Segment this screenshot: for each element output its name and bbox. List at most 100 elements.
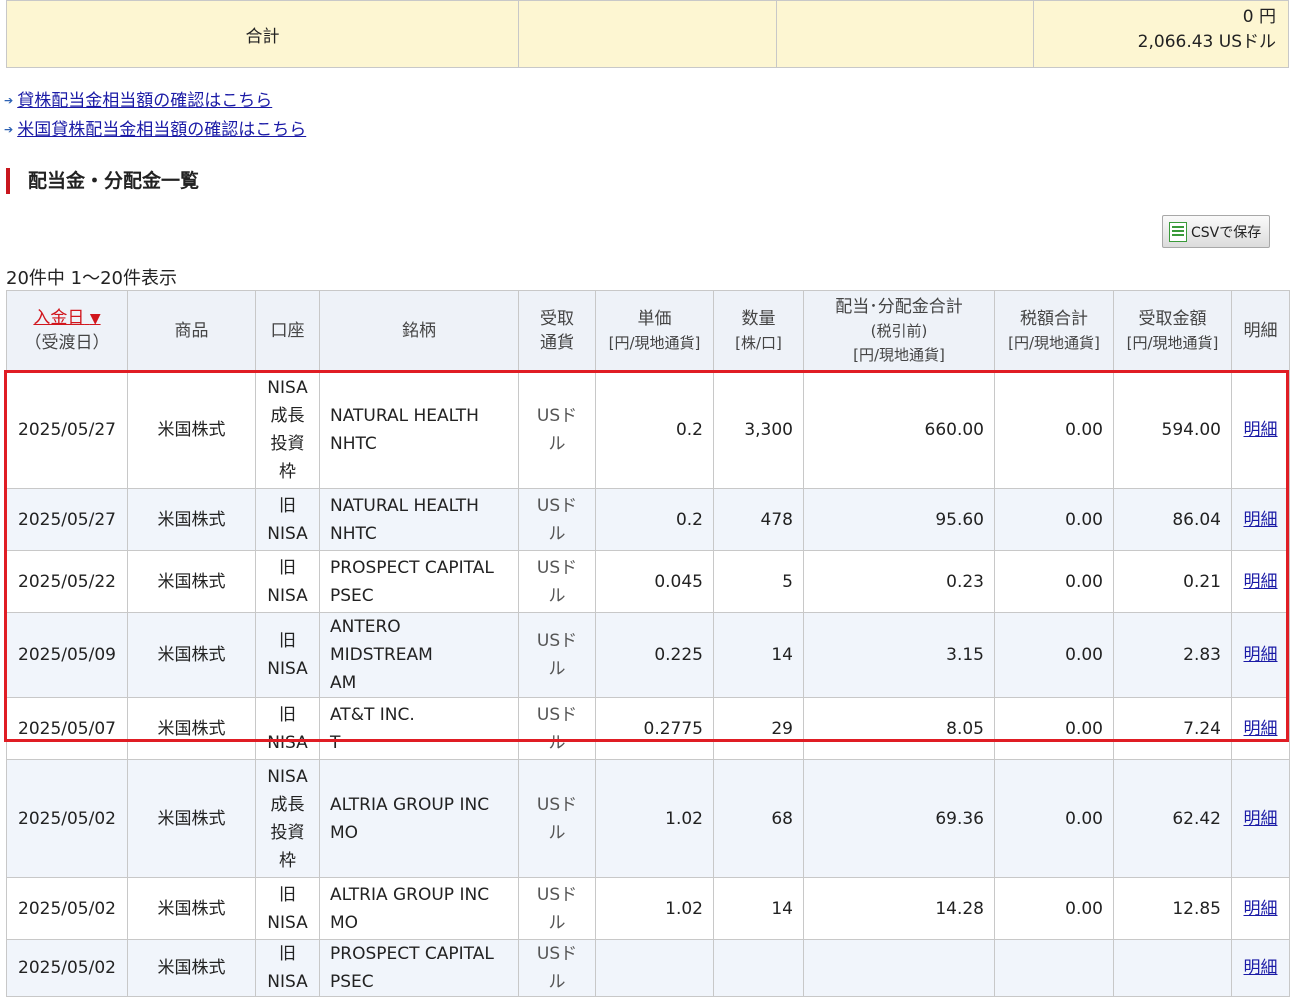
issue-name: NATURAL HEALTH	[330, 405, 479, 426]
issue-ticker: NHTC	[330, 523, 377, 544]
cell-net: 86.04	[1113, 488, 1232, 551]
issue-ticker: MO	[330, 822, 359, 843]
sort-date-link[interactable]: 入金日 ▼	[33, 308, 100, 328]
detail-link[interactable]: 明細	[1244, 420, 1278, 440]
account-line: 旧	[279, 944, 296, 964]
col-price-sub: [円/現地通貨]	[608, 333, 701, 352]
summary-amount: 0 円 2,066.43 USドル	[1033, 0, 1289, 68]
cell-currency: USドル	[518, 697, 596, 760]
cell-account: 旧 NISA	[255, 697, 320, 760]
cell-detail: 明細	[1231, 550, 1290, 613]
cell-price: 0.2	[595, 370, 714, 489]
cell-net: 62.42	[1113, 759, 1232, 878]
col-price-label: 単価	[637, 308, 672, 329]
account-line: 旧	[279, 557, 296, 578]
cell-issue: PROSPECT CAPITAL PSEC	[319, 939, 519, 997]
cell-tax: 0.00	[994, 370, 1114, 489]
detail-link[interactable]: 明細	[1244, 572, 1278, 592]
account-line: NISA	[267, 732, 308, 753]
issue-name: ALTRIA GROUP INC	[330, 794, 490, 815]
col-gross-label2: (税引前)	[870, 321, 928, 340]
cell-issue: NATURAL HEALTH NHTC	[319, 370, 519, 489]
col-tax: 税額合計 [円/現地通貨]	[994, 290, 1114, 371]
account-line: NISA	[267, 766, 308, 787]
cell-date: 2025/05/22	[6, 550, 128, 613]
csv-save-button[interactable]: CSVで保存	[1162, 215, 1270, 248]
issue-ticker: NHTC	[330, 433, 377, 454]
issue-name: ALTRIA GROUP INC	[330, 884, 490, 905]
col-date-sub: （受渡日）	[24, 333, 110, 353]
cell-tax: 0.00	[994, 550, 1114, 613]
dividend-table: 入金日 ▼ （受渡日） 商品 口座 銘柄 受取 通貨 単価 [円/現地通貨] 数量 […	[6, 290, 1290, 997]
cell-product: 米国株式	[127, 612, 256, 698]
detail-link[interactable]: 明細	[1244, 719, 1278, 739]
account-line: 成長	[270, 794, 305, 815]
cell-currency: USドル	[518, 488, 596, 551]
account-line: 投資	[270, 822, 305, 843]
result-count: 20件中 1～20件表示	[6, 268, 177, 289]
col-gross-label: 配当･分配金合計	[835, 296, 963, 317]
issue-name: PROSPECT CAPITAL	[330, 557, 494, 578]
cell-detail: 明細	[1231, 759, 1290, 878]
cell-currency: USドル	[518, 370, 596, 489]
issue-name: ANTERO MIDSTREAM	[330, 617, 433, 665]
us-lending-dividend-link-row: ➔ 米国貸株配当金相当額の確認はこちら	[4, 115, 306, 140]
account-line: NISA	[267, 659, 308, 679]
cell-net	[1113, 939, 1232, 997]
us-lending-dividend-link[interactable]: 米国貸株配当金相当額の確認はこちら	[17, 120, 306, 140]
account-line: 枠	[279, 850, 296, 871]
col-tax-label: 税額合計	[1020, 308, 1088, 329]
detail-link[interactable]: 明細	[1244, 958, 1278, 978]
cell-detail: 明細	[1231, 697, 1290, 760]
cell-currency: USドル	[518, 877, 596, 940]
lending-dividend-link[interactable]: 貸株配当金相当額の確認はこちら	[17, 91, 272, 111]
cell-price: 0.2775	[595, 697, 714, 760]
cell-tax: 0.00	[994, 612, 1114, 698]
col-net-label: 受取金額	[1138, 308, 1207, 329]
cell-detail: 明細	[1231, 612, 1290, 698]
cell-account: 旧 NISA	[255, 877, 320, 940]
cell-tax: 0.00	[994, 697, 1114, 760]
cell-product: 米国株式	[127, 550, 256, 613]
spreadsheet-icon	[1169, 221, 1187, 242]
cell-net: 7.24	[1113, 697, 1232, 760]
cell-product: 米国株式	[127, 697, 256, 760]
account-line: NISA	[267, 972, 308, 992]
summary-yen: 0 円	[1242, 7, 1276, 27]
account-line: 枠	[279, 461, 296, 482]
cell-account: NISA 成長投資枠	[255, 759, 320, 878]
cell-qty: 3,300	[713, 370, 804, 489]
col-net: 受取金額 [円/現地通貨]	[1113, 290, 1232, 371]
table-row: 2025/05/27 米国株式 NISA 成長 投資枠 NATURAL HEALTH NHT…	[6, 370, 1290, 489]
cell-price: 0.045	[595, 550, 714, 613]
cell-net: 0.21	[1113, 550, 1232, 613]
table-row: 2025/05/02 米国株式 NISA 成長 投資枠 ALTRIA GROUP INC M…	[6, 759, 1290, 878]
detail-link[interactable]: 明細	[1244, 809, 1278, 829]
col-currency-label2: 通貨	[540, 332, 574, 353]
csv-save-label: CSVで保存	[1191, 224, 1262, 241]
cell-product: 米国株式	[127, 370, 256, 489]
cell-tax: 0.00	[994, 877, 1114, 940]
col-date-label: 入金日	[33, 308, 85, 328]
cell-currency: USドル	[518, 759, 596, 878]
summary-table: 合計 0 円 2,066.43 USドル	[6, 0, 1289, 68]
detail-link[interactable]: 明細	[1244, 899, 1278, 919]
cell-gross: 660.00	[803, 370, 995, 489]
table-row: 2025/05/09 米国株式 旧 NISA ANTERO MIDSTREAM AM USド…	[6, 612, 1290, 698]
cell-product: 米国株式	[127, 939, 256, 997]
arrow-icon: ➔	[4, 94, 14, 107]
cell-date: 2025/05/02	[6, 759, 128, 878]
cell-detail: 明細	[1231, 488, 1290, 551]
cell-account: 旧 NISA	[255, 612, 320, 698]
table-row: 2025/05/22 米国株式 旧 NISA PROSPECT CAPITAL PSEC U…	[6, 550, 1290, 613]
cell-qty: 14	[713, 877, 804, 940]
cell-date: 2025/05/02	[6, 939, 128, 997]
col-qty: 数量 [株/口]	[713, 290, 804, 371]
cell-price: 1.02	[595, 759, 714, 878]
cell-gross: 69.36	[803, 759, 995, 878]
detail-link[interactable]: 明細	[1244, 645, 1278, 665]
detail-link[interactable]: 明細	[1244, 510, 1278, 530]
summary-blank	[518, 0, 777, 68]
table-header-row: 入金日 ▼ （受渡日） 商品 口座 銘柄 受取 通貨 単価 [円/現地通貨] 数量 […	[6, 290, 1290, 371]
cell-issue: PROSPECT CAPITAL PSEC	[319, 550, 519, 613]
